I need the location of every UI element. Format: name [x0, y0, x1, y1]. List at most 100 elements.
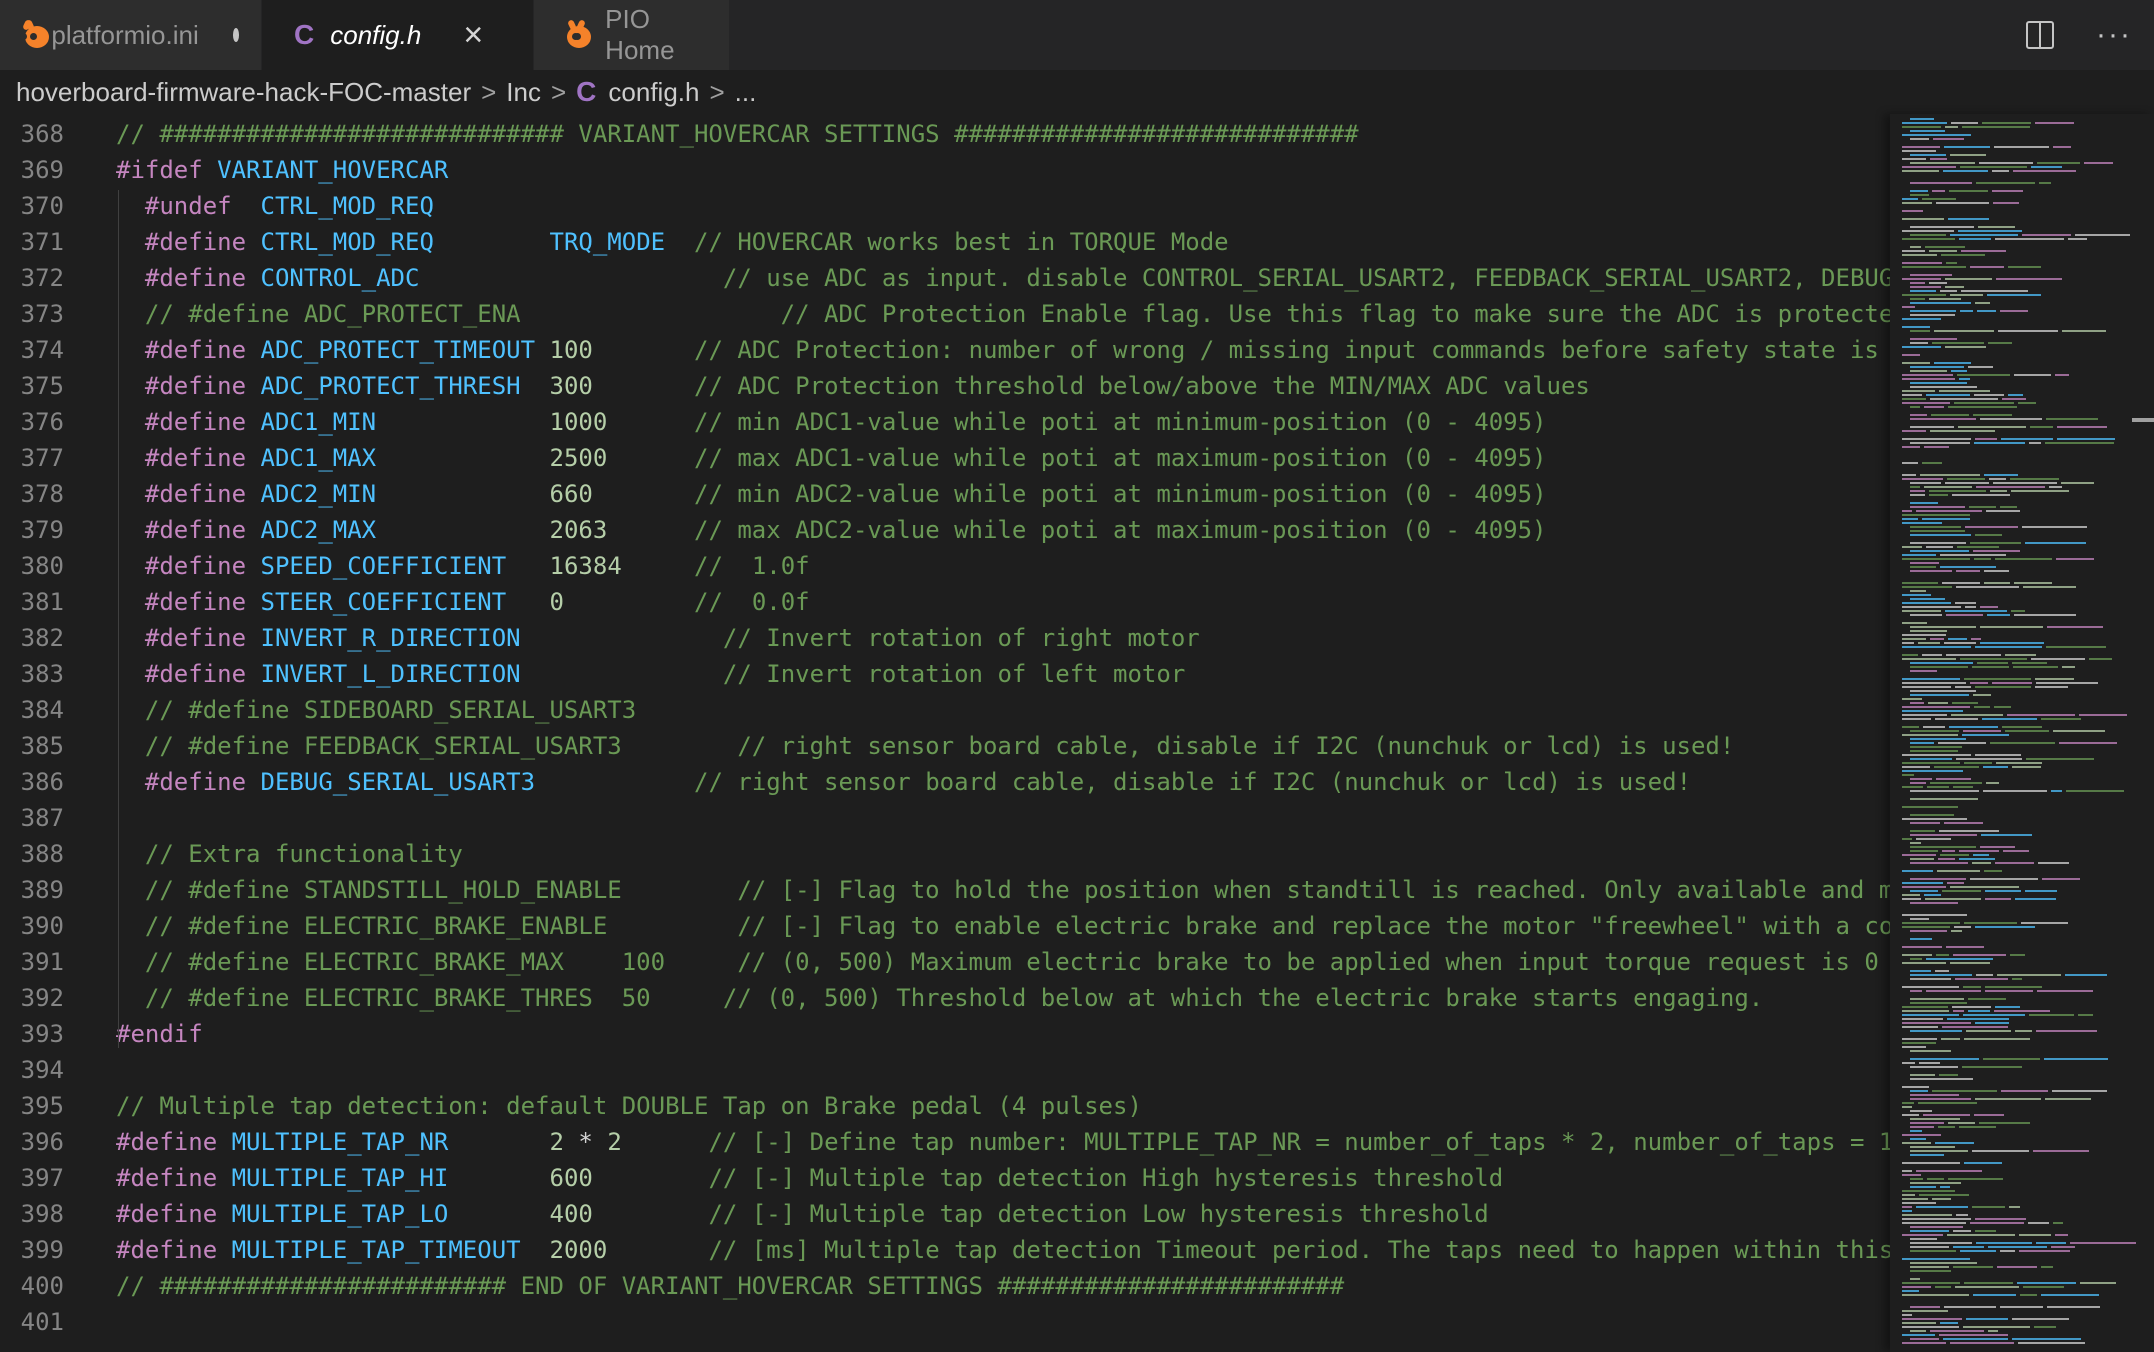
code-text: #define MULTIPLE_TAP_HI 600 // [-] Multi… [116, 1160, 1503, 1196]
code-line[interactable]: 396 #define MULTIPLE_TAP_NR 2 * 2 // [-] … [0, 1124, 1894, 1160]
code-line[interactable]: 387 [0, 800, 1890, 836]
code-line[interactable]: 378 #define ADC2_MIN 660 // min ADC2-val… [0, 476, 1890, 512]
code-text: // #define FEEDBACK_SERIAL_USART3 // rig… [116, 728, 1734, 764]
code-token: ADC2_MIN [260, 480, 377, 508]
code-line[interactable]: 401 [0, 1304, 1890, 1340]
code-line[interactable]: 368 // ############################ VARIA… [0, 116, 1890, 152]
code-line[interactable]: 395 // Multiple tap detection: default DO… [0, 1088, 1890, 1124]
close-icon[interactable]: × [463, 18, 483, 52]
code-line[interactable]: 382 #define INVERT_R_DIRECTION // Invert… [0, 620, 1890, 656]
code-line[interactable]: 390 // #define ELECTRIC_BRAKE_ENABLE // … [0, 908, 1894, 944]
line-number: 370 [20, 192, 64, 220]
code-token: * [563, 1128, 608, 1156]
code-text: #define ADC1_MAX 2500 // max ADC1-value … [116, 440, 1547, 476]
line-number: 378 [20, 480, 64, 508]
code-line[interactable]: 375 #define ADC_PROTECT_THRESH 300 // AD… [0, 368, 1890, 404]
code-line[interactable]: 388 // Extra functionality [0, 836, 1890, 872]
tab-pio-home[interactable]: PIO Home [534, 0, 730, 70]
code-token: // min ADC1-value while poti at minimum-… [694, 408, 1547, 436]
more-actions-icon[interactable]: ··· [2096, 18, 2132, 52]
code-token: #define [144, 408, 247, 436]
code-editor[interactable]: 368 // ############################ VARIA… [0, 116, 1937, 1352]
code-token: // #define ELECTRIC_BRAKE_ENABLE // [-] … [144, 912, 1894, 940]
minimap[interactable] [1890, 114, 2154, 1352]
code-line[interactable]: 389 // #define STANDSTILL_HOLD_ENABLE //… [0, 872, 1894, 908]
code-token: #define [144, 372, 247, 400]
code-line[interactable]: 394 [0, 1052, 1890, 1088]
breadcrumb-folder[interactable]: hoverboard-firmware-hack-FOC-master [16, 77, 471, 108]
code-line[interactable]: 393 #endif [0, 1016, 1890, 1052]
code-line[interactable]: 400 // ######################## END OF VA… [0, 1268, 1890, 1304]
code-line[interactable]: 383 #define INVERT_L_DIRECTION // Invert… [0, 656, 1890, 692]
code-line[interactable]: 369 #ifdef VARIANT_HOVERCAR [0, 152, 1890, 188]
code-token: // #define FEEDBACK_SERIAL_USART3 // rig… [144, 732, 1735, 760]
code-line[interactable]: 385 // #define FEEDBACK_SERIAL_USART3 //… [0, 728, 1890, 764]
tab-label: PIO Home [605, 4, 675, 65]
code-token: // ADC Protection threshold below/above … [694, 372, 1590, 400]
code-line[interactable]: 377 #define ADC1_MAX 2500 // max ADC1-va… [0, 440, 1890, 476]
line-number: 376 [20, 408, 64, 436]
line-number: 389 [20, 876, 64, 904]
code-token: STEER_COEFFICIENT [260, 588, 507, 616]
code-line[interactable]: 381 #define STEER_COEFFICIENT 0 // 0.0f [0, 584, 1890, 620]
code-line[interactable]: 380 #define SPEED_COEFFICIENT 16384 // 1… [0, 548, 1890, 584]
split-editor-icon[interactable] [2026, 21, 2055, 49]
code-line[interactable]: 392 // #define ELECTRIC_BRAKE_THRES 50 /… [0, 980, 1890, 1016]
code-token: 300 [549, 372, 593, 400]
code-line[interactable]: 384 // #define SIDEBOARD_SERIAL_USART3 [0, 692, 1890, 728]
code-line[interactable]: 370 #undef CTRL_MOD_REQ [0, 188, 1890, 224]
code-text: // Multiple tap detection: default DOUBL… [116, 1088, 1142, 1124]
code-line[interactable]: 374 #define ADC_PROTECT_TIMEOUT 100 // A… [0, 332, 1890, 368]
line-number: 387 [20, 804, 64, 832]
code-line[interactable]: 386 #define DEBUG_SERIAL_USART3 // right… [0, 764, 1890, 800]
code-text: // #define STANDSTILL_HOLD_ENABLE // [-]… [116, 872, 1893, 908]
code-line[interactable]: 373 // #define ADC_PROTECT_ENA // ADC Pr… [0, 296, 1937, 332]
line-number: 377 [20, 444, 64, 472]
code-token: #define [144, 516, 247, 544]
line-number: 375 [20, 372, 64, 400]
code-line[interactable]: 398 #define MULTIPLE_TAP_LO 400 // [-] Mu… [0, 1196, 1890, 1232]
code-text: // ######################## END OF VARIA… [116, 1268, 1344, 1304]
code-token: // ############################ VARIANT_… [116, 120, 1359, 148]
code-token: INVERT_R_DIRECTION [260, 624, 521, 652]
breadcrumb-symbols[interactable]: ... [735, 77, 757, 108]
code-line[interactable]: 379 #define ADC2_MAX 2063 // max ADC2-va… [0, 512, 1890, 548]
code-line[interactable]: 399 #define MULTIPLE_TAP_TIMEOUT 2000 // … [0, 1232, 1894, 1268]
code-line[interactable]: 376 #define ADC1_MIN 1000 // min ADC1-va… [0, 404, 1890, 440]
code-token: 1000 [549, 408, 608, 436]
line-number: 369 [20, 156, 64, 184]
tab-config-h[interactable]: C config.h × [262, 0, 534, 70]
platformio-icon [20, 19, 49, 50]
code-text: #define INVERT_L_DIRECTION // Invert rot… [116, 656, 1185, 692]
code-line[interactable]: 372 #define CONTROL_ADC // use ADC as in… [0, 260, 1923, 296]
line-number: 399 [20, 1236, 64, 1264]
code-token: 600 [549, 1164, 593, 1192]
breadcrumb-file[interactable]: config.h [608, 77, 699, 108]
code-line[interactable]: 391 // #define ELECTRIC_BRAKE_MAX 100 //… [0, 944, 1890, 980]
scrollbar-thumb[interactable] [2132, 418, 2154, 422]
modified-dot-icon[interactable] [232, 28, 239, 42]
tab-platformio-ini[interactable]: platformio.ini [0, 0, 262, 70]
code-token: #define [116, 1236, 218, 1264]
code-text: // #define SIDEBOARD_SERIAL_USART3 [116, 692, 636, 728]
breadcrumb-inc[interactable]: Inc [506, 77, 541, 108]
code-line[interactable]: 371 #define CTRL_MOD_REQ TRQ_MODE // HOV… [0, 224, 1890, 260]
code-line[interactable]: 397 #define MULTIPLE_TAP_HI 600 // [-] Mu… [0, 1160, 1890, 1196]
